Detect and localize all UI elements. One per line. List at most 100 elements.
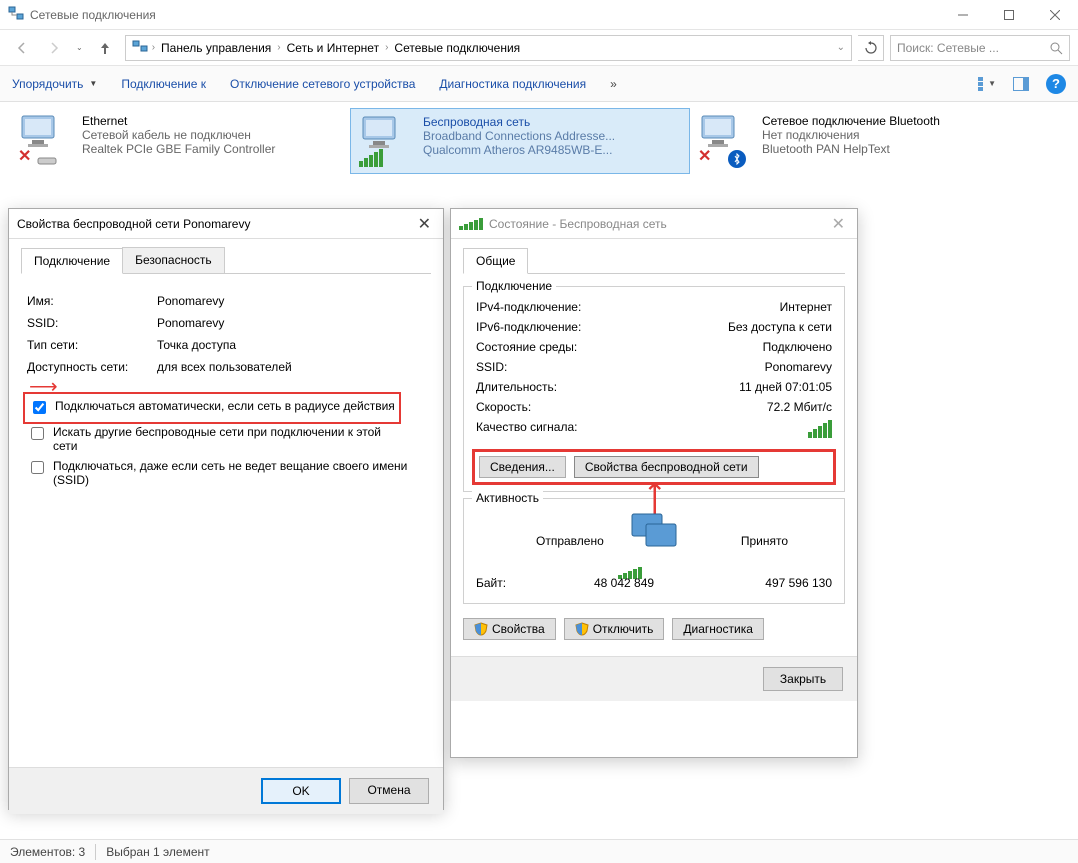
- signal-icon: [459, 218, 483, 230]
- item-count: Элементов: 3: [10, 845, 85, 859]
- dialog-title: Свойства беспроводной сети Ponomarevy: [17, 217, 250, 231]
- address-row: ⌄ › Панель управления › Сеть и Интернет …: [0, 30, 1078, 66]
- dialog-titlebar: Состояние - Беспроводная сеть ✕: [451, 209, 857, 239]
- activity-icon: [626, 510, 682, 573]
- dialog-close-button[interactable]: ✕: [828, 214, 849, 234]
- connection-name: Беспроводная сеть: [423, 115, 615, 129]
- signal-quality-icon: [808, 420, 832, 438]
- maximize-button[interactable]: [986, 0, 1032, 30]
- separator-icon: ›: [277, 42, 280, 53]
- received-bytes-value: 497 596 130: [765, 576, 832, 590]
- connection-status: Нет подключения: [762, 128, 940, 142]
- bluetooth-badge-icon: [728, 150, 746, 168]
- connection-item-ethernet[interactable]: ✕ Ethernet Сетевой кабель не подключен R…: [10, 108, 350, 174]
- back-button[interactable]: [8, 34, 36, 62]
- wireless-properties-button[interactable]: Свойства беспроводной сети: [574, 456, 759, 478]
- help-icon[interactable]: ?: [1046, 74, 1066, 94]
- connection-group: Подключение IPv4-подключение:Интернет IP…: [463, 286, 845, 492]
- search-networks-checkbox[interactable]: [31, 427, 44, 440]
- duration-label: Длительность:: [476, 380, 557, 394]
- autoconnect-checkbox[interactable]: [33, 401, 46, 414]
- separator-icon: ›: [152, 42, 155, 53]
- ssid-label: SSID:: [476, 360, 507, 374]
- name-label: Имя:: [27, 294, 157, 308]
- connection-item-wifi[interactable]: Беспроводная сеть Broadband Connections …: [350, 108, 690, 174]
- shield-icon: [474, 622, 488, 636]
- cancel-button[interactable]: Отмена: [349, 778, 429, 804]
- connection-status: Broadband Connections Addresse...: [423, 129, 615, 143]
- minimize-button[interactable]: [940, 0, 986, 30]
- nettype-label: Тип сети:: [27, 338, 157, 352]
- crumb-connections[interactable]: Сетевые подключения: [392, 41, 522, 55]
- dialog-button-row: OK Отмена: [9, 767, 443, 814]
- activity-group-title: Активность: [472, 491, 543, 505]
- ssid-value: Ponomarevy: [157, 316, 224, 330]
- forward-button[interactable]: [40, 34, 68, 62]
- connect-to-menu[interactable]: Подключение к: [121, 77, 206, 91]
- signal-label: Качество сигнала:: [476, 420, 577, 438]
- more-menu[interactable]: »: [610, 77, 617, 91]
- crumb-control-panel[interactable]: Панель управления: [159, 41, 273, 55]
- view-options-icon[interactable]: ▼: [978, 75, 996, 93]
- cable-icon: [36, 154, 60, 166]
- disable-button[interactable]: Отключить: [564, 618, 665, 640]
- connection-item-bluetooth[interactable]: ✕ Сетевое подключение Bluetooth Нет подк…: [690, 108, 1010, 174]
- disable-device-menu[interactable]: Отключение сетевого устройства: [230, 77, 415, 91]
- organize-menu[interactable]: Упорядочить▼: [12, 77, 97, 91]
- wireless-properties-dialog: Свойства беспроводной сети Ponomarevy ✕ …: [8, 208, 444, 810]
- sent-label: Отправлено: [536, 534, 604, 548]
- details-button[interactable]: Сведения...: [479, 456, 566, 478]
- app-icon: [8, 5, 24, 24]
- ipv6-value: Без доступа к сети: [728, 320, 832, 334]
- nettype-value: Точка доступа: [157, 338, 236, 352]
- duration-value: 11 дней 07:01:05: [739, 380, 832, 394]
- dialog-titlebar: Свойства беспроводной сети Ponomarevy ✕: [9, 209, 443, 239]
- connections-list: ✕ Ethernet Сетевой кабель не подключен R…: [0, 102, 1078, 180]
- properties-button-label: Свойства: [492, 622, 545, 636]
- signal-bars-icon: [359, 149, 383, 167]
- speed-value: 72.2 Мбит/с: [767, 400, 832, 414]
- search-icon: [1049, 41, 1063, 58]
- title-bar: Сетевые подключения: [0, 0, 1078, 30]
- red-arrow-annotation: ⟶: [29, 374, 58, 399]
- ssid-label: SSID:: [27, 316, 157, 330]
- dialog-close-button[interactable]: ✕: [414, 214, 435, 234]
- connection-name: Ethernet: [82, 114, 275, 128]
- diagnose-menu[interactable]: Диагностика подключения: [439, 77, 586, 91]
- up-button[interactable]: [91, 34, 119, 62]
- availability-label: Доступность сети:: [27, 360, 157, 374]
- speed-label: Скорость:: [476, 400, 531, 414]
- ok-button[interactable]: OK: [261, 778, 341, 804]
- tab-connection[interactable]: Подключение: [21, 248, 123, 274]
- disconnected-x-icon: ✕: [18, 146, 31, 166]
- address-bar[interactable]: › Панель управления › Сеть и Интернет › …: [125, 35, 852, 61]
- search-input[interactable]: Поиск: Сетевые ...: [890, 35, 1070, 61]
- diagnose-button[interactable]: Диагностика: [672, 618, 764, 640]
- connection-name: Сетевое подключение Bluetooth: [762, 114, 940, 128]
- crumb-network[interactable]: Сеть и Интернет: [285, 41, 381, 55]
- tab-security[interactable]: Безопасность: [122, 247, 225, 273]
- hidden-ssid-checkbox[interactable]: [31, 461, 44, 474]
- tab-general[interactable]: Общие: [463, 248, 528, 274]
- selection-count: Выбран 1 элемент: [106, 845, 209, 859]
- search-placeholder: Поиск: Сетевые ...: [897, 41, 999, 55]
- history-dropdown[interactable]: ⌄: [72, 43, 87, 52]
- divider: [95, 844, 96, 860]
- refresh-button[interactable]: [858, 35, 884, 61]
- autoconnect-label: Подключаться автоматически, если сеть в …: [55, 399, 395, 413]
- availability-value: для всех пользователей: [157, 360, 292, 374]
- preview-pane-icon[interactable]: [1012, 75, 1030, 93]
- dialog-button-row: Закрыть: [451, 656, 857, 701]
- activity-group: Активность ⟶ Отправлено Принято Байт: 48…: [463, 498, 845, 604]
- close-button[interactable]: [1032, 0, 1078, 30]
- dialog-title: Состояние - Беспроводная сеть: [489, 217, 667, 231]
- media-label: Состояние среды:: [476, 340, 577, 354]
- window-title: Сетевые подключения: [30, 8, 156, 22]
- toolbar: Упорядочить▼ Подключение к Отключение се…: [0, 66, 1078, 102]
- properties-button[interactable]: Свойства: [463, 618, 556, 640]
- connection-device: Realtek PCIe GBE Family Controller: [82, 142, 275, 156]
- wireless-status-dialog: Состояние - Беспроводная сеть ✕ Общие По…: [450, 208, 858, 758]
- close-dialog-button[interactable]: Закрыть: [763, 667, 843, 691]
- address-dropdown[interactable]: ⌄: [837, 42, 845, 53]
- ipv4-value: Интернет: [780, 300, 832, 314]
